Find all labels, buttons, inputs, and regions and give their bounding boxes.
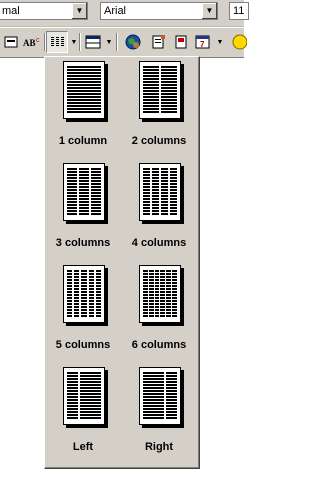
style-combo[interactable]: mal ▼ (0, 2, 88, 20)
column-option-2[interactable]: 2 columns (124, 57, 194, 157)
columns-dropdown: 1 column 2 columns 3 columns 4 columns 5… (44, 56, 200, 469)
chevron-down-icon[interactable]: ▼ (215, 31, 225, 53)
font-size-value: 11 (233, 5, 245, 17)
column-option-left[interactable]: Left (48, 363, 118, 463)
standard-toolbar: AB c ▼ ▼ 7 ▼ (0, 27, 247, 58)
column-option-label: Right (144, 441, 174, 453)
column-option-5[interactable]: 5 columns (48, 261, 118, 361)
page-icon[interactable] (170, 31, 192, 53)
column-option-label: 1 column (58, 135, 108, 147)
shape-icon[interactable] (228, 31, 250, 53)
page-preview-icon (139, 265, 181, 323)
chevron-down-icon[interactable]: ▼ (69, 31, 79, 53)
column-option-3[interactable]: 3 columns (48, 159, 118, 259)
columns-icon[interactable] (46, 31, 68, 53)
chevron-down-icon[interactable]: ▼ (201, 3, 217, 19)
font-value: Arial (104, 5, 127, 17)
column-option-6[interactable]: 6 columns (124, 261, 194, 361)
page-preview-icon (63, 163, 105, 221)
column-option-right[interactable]: Right (124, 363, 194, 463)
toolbar-separator (79, 33, 81, 51)
font-combo[interactable]: Arial ▼ (100, 2, 218, 20)
page-preview-icon (139, 61, 181, 119)
chevron-down-icon[interactable]: ▼ (104, 31, 114, 53)
format-toolbar: mal ▼ Arial ▼ 11 (0, 0, 249, 27)
toolbar-separator (116, 33, 118, 51)
page-preview-icon (63, 61, 105, 119)
spelling-icon[interactable]: AB c (22, 31, 44, 53)
column-option-label: 4 columns (131, 237, 187, 249)
table-icon[interactable] (82, 31, 104, 53)
column-option-label: 5 columns (55, 339, 111, 351)
column-option-label: 6 columns (131, 339, 187, 351)
column-option-label: 3 columns (55, 237, 111, 249)
page-preview-icon (63, 265, 105, 323)
svg-text:AB: AB (23, 38, 36, 48)
globe-icon[interactable] (122, 31, 144, 53)
column-option-4[interactable]: 4 columns (124, 159, 194, 259)
column-option-label: Left (72, 441, 94, 453)
unknown-icon[interactable] (0, 31, 22, 53)
page-preview-icon (63, 367, 105, 425)
font-size-combo[interactable]: 11 (229, 2, 249, 20)
chevron-down-icon[interactable]: ▼ (71, 3, 87, 19)
svg-text:7: 7 (200, 40, 205, 49)
page-preview-icon (139, 367, 181, 425)
column-option-1[interactable]: 1 column (48, 57, 118, 157)
document-icon[interactable] (148, 31, 170, 53)
svg-text:c: c (36, 37, 40, 44)
page-preview-icon (139, 163, 181, 221)
column-option-label: 2 columns (131, 135, 187, 147)
style-value: mal (2, 5, 20, 17)
calendar-icon[interactable]: 7 (192, 31, 214, 53)
